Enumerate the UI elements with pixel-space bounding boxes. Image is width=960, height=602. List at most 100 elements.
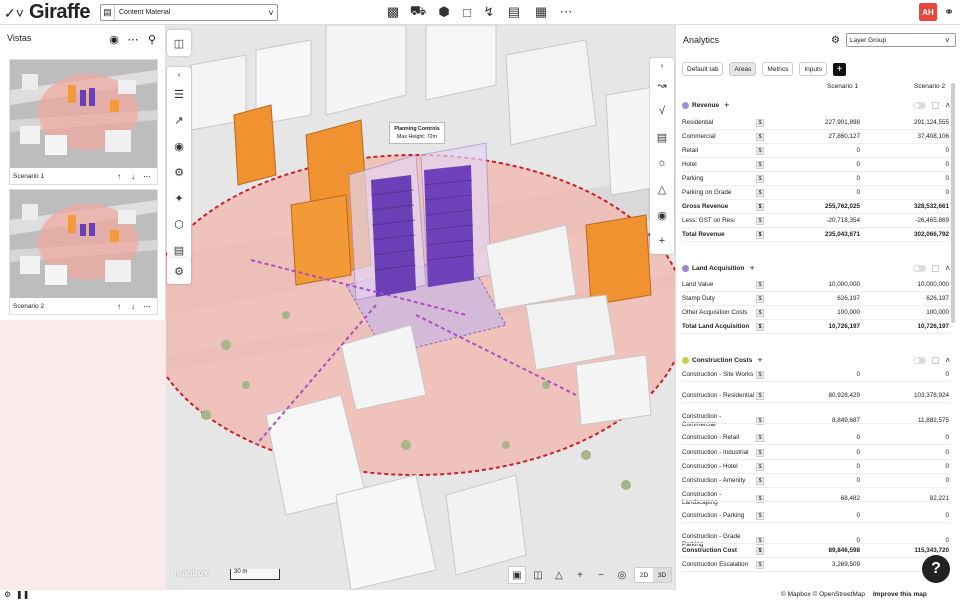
- tab-metrics[interactable]: Metrics: [762, 62, 794, 76]
- map-icon[interactable]: ◫: [167, 30, 191, 56]
- more-icon[interactable]: ⋯: [140, 172, 154, 181]
- arrow-up-icon[interactable]: ↑: [112, 302, 126, 311]
- vista-thumbnail[interactable]: [10, 190, 157, 298]
- group-header[interactable]: Land Acquisition + ˄: [682, 261, 950, 275]
- camera-icon[interactable]: ◉: [167, 133, 191, 159]
- chevron-up-icon[interactable]: ˄: [945, 101, 950, 110]
- select-checkbox[interactable]: [932, 356, 940, 364]
- row-divider: [682, 402, 950, 403]
- group-header[interactable]: Construction Costs + ˄: [682, 353, 950, 367]
- chart-icon[interactable]: ▤: [650, 124, 674, 150]
- cube-icon[interactable]: ⬢: [435, 3, 453, 21]
- vista-card[interactable]: Scenario 1 ↑ ↓ ⋯: [9, 59, 158, 185]
- avatar[interactable]: AH: [919, 3, 937, 21]
- sun-icon[interactable]: ☼: [650, 150, 674, 176]
- tab-areas[interactable]: Areas: [729, 62, 757, 76]
- vista-thumbnail[interactable]: [10, 60, 157, 168]
- dollar-icon: $: [756, 231, 764, 239]
- share-icon[interactable]: ⚭: [941, 3, 957, 21]
- row-label: Construction Cost: [682, 547, 737, 554]
- ruler-icon[interactable]: ↝: [650, 72, 674, 98]
- zoom-out-icon[interactable]: −: [592, 566, 610, 584]
- chevron-up-icon[interactable]: ˄: [945, 356, 950, 365]
- settings-icon[interactable]: ⚙: [4, 590, 11, 599]
- improve-map-link[interactable]: Improve this map: [873, 591, 927, 598]
- add-tab-button[interactable]: +: [833, 62, 847, 76]
- zoom-in-icon[interactable]: +: [571, 566, 589, 584]
- map-toolbar-right: › ↝ √ ▤ ☼ △ ◉ +: [650, 58, 674, 254]
- add-row-icon[interactable]: +: [757, 355, 762, 365]
- calendar-icon[interactable]: ▦: [532, 3, 550, 21]
- triangle-icon[interactable]: △: [650, 176, 674, 202]
- visibility-toggle[interactable]: [913, 101, 927, 109]
- map-canvas[interactable]: ◫ ‹ ☰ ↗ ◉ ⚙ ✦ ⬡ ▤ ⚙ › ↝ √ ▤ ☼ △ ◉ + Plan…: [166, 25, 675, 590]
- arrow-down-icon[interactable]: ↓: [126, 172, 140, 181]
- magic-icon[interactable]: ✦: [167, 185, 191, 211]
- arrow-up-icon[interactable]: ↑: [112, 172, 126, 181]
- truck-icon[interactable]: ⛟: [409, 3, 427, 21]
- table-row: Stamp Duty $626,197 626,197: [682, 295, 950, 303]
- vista-card[interactable]: Scenario 2 ↑ ↓ ⋯: [9, 189, 158, 315]
- row-label: Construction - Commercial: [682, 413, 722, 428]
- visibility-toggle[interactable]: [913, 356, 927, 364]
- add-row-icon[interactable]: +: [724, 100, 729, 110]
- mapbox-logo[interactable]: mapbox: [174, 568, 209, 578]
- row-divider: [682, 423, 950, 424]
- more-icon[interactable]: ⋯: [126, 32, 140, 46]
- row-label: Construction - Amenity: [682, 477, 746, 484]
- select-checkbox[interactable]: [932, 101, 940, 109]
- scale-bar: 30 m: [230, 569, 280, 580]
- map-bottom-toolbar: ▣ ◫ △ + − ◎ 2D 3D: [508, 563, 672, 587]
- group-name: Construction Costs: [692, 356, 753, 364]
- collapse-icon[interactable]: ‹: [167, 67, 191, 81]
- table-row: Construction - Hotel $0 0: [682, 463, 950, 471]
- add-row-icon[interactable]: +: [749, 263, 754, 273]
- scenario-2-value: 100,000: [926, 309, 949, 316]
- mode-3d-button[interactable]: 3D: [653, 568, 671, 582]
- chevron-up-icon[interactable]: ˄: [945, 264, 950, 273]
- pause-icon[interactable]: ❚❚: [16, 590, 29, 599]
- frame-icon[interactable]: □: [458, 3, 476, 21]
- gear-icon[interactable]: ⚙: [831, 35, 840, 46]
- dollar-icon: $: [756, 477, 764, 485]
- visibility-toggle[interactable]: [913, 264, 927, 272]
- cube-icon[interactable]: ⬡: [167, 211, 191, 237]
- plus-icon[interactable]: +: [650, 228, 674, 254]
- more-icon[interactable]: ⋯: [557, 3, 575, 21]
- dollar-icon: $: [756, 561, 764, 569]
- select-checkbox[interactable]: [932, 264, 940, 272]
- settings-icon[interactable]: ⚙: [167, 258, 191, 284]
- locate-icon[interactable]: ◎: [613, 566, 631, 584]
- mode-2d-button[interactable]: 2D: [635, 568, 653, 582]
- bolt-icon[interactable]: ↯: [480, 3, 498, 21]
- tab-inputs[interactable]: Inputs: [799, 62, 828, 76]
- chat-icon[interactable]: ▤: [505, 3, 523, 21]
- layers-icon[interactable]: ☰: [167, 81, 191, 107]
- map-icon[interactable]: ◫: [529, 566, 547, 584]
- search-icon[interactable]: ⚲: [145, 32, 159, 46]
- map-attribution[interactable]: © Mapbox © OpenStreetMap: [781, 591, 865, 598]
- project-select[interactable]: ▤ Content Material ˅: [100, 4, 278, 21]
- camera-add-icon[interactable]: ◉: [107, 32, 121, 46]
- eye-icon[interactable]: ◉: [650, 202, 674, 228]
- row-divider: [682, 241, 950, 242]
- more-icon[interactable]: ⋯: [140, 302, 154, 311]
- row-divider: [682, 199, 950, 200]
- pin-icon[interactable]: ↗: [167, 107, 191, 133]
- top-bar: ✓˅ Giraffe ▤ Content Material ˅ ▩ ⛟ ⬢ □ …: [0, 0, 960, 25]
- sliders-icon[interactable]: ⚙: [167, 159, 191, 185]
- cube-view-icon[interactable]: ▣: [508, 566, 526, 584]
- scenario-2-value: 0: [945, 463, 949, 470]
- formula-icon[interactable]: √: [650, 98, 674, 124]
- group-header[interactable]: Revenue + ˄: [682, 98, 950, 112]
- collapse-icon[interactable]: ›: [650, 58, 674, 72]
- terrain-icon[interactable]: △: [550, 566, 568, 584]
- row-divider: [682, 487, 950, 488]
- arrow-down-icon[interactable]: ↓: [126, 302, 140, 311]
- tab-default[interactable]: Default tab: [682, 62, 724, 76]
- building-icon[interactable]: ▩: [384, 3, 402, 21]
- scrollbar[interactable]: [951, 83, 955, 323]
- layer-group-select[interactable]: Layer Group ˅: [846, 33, 956, 47]
- app-menu-icon[interactable]: ✓˅: [4, 5, 26, 21]
- help-button[interactable]: ?: [922, 555, 950, 583]
